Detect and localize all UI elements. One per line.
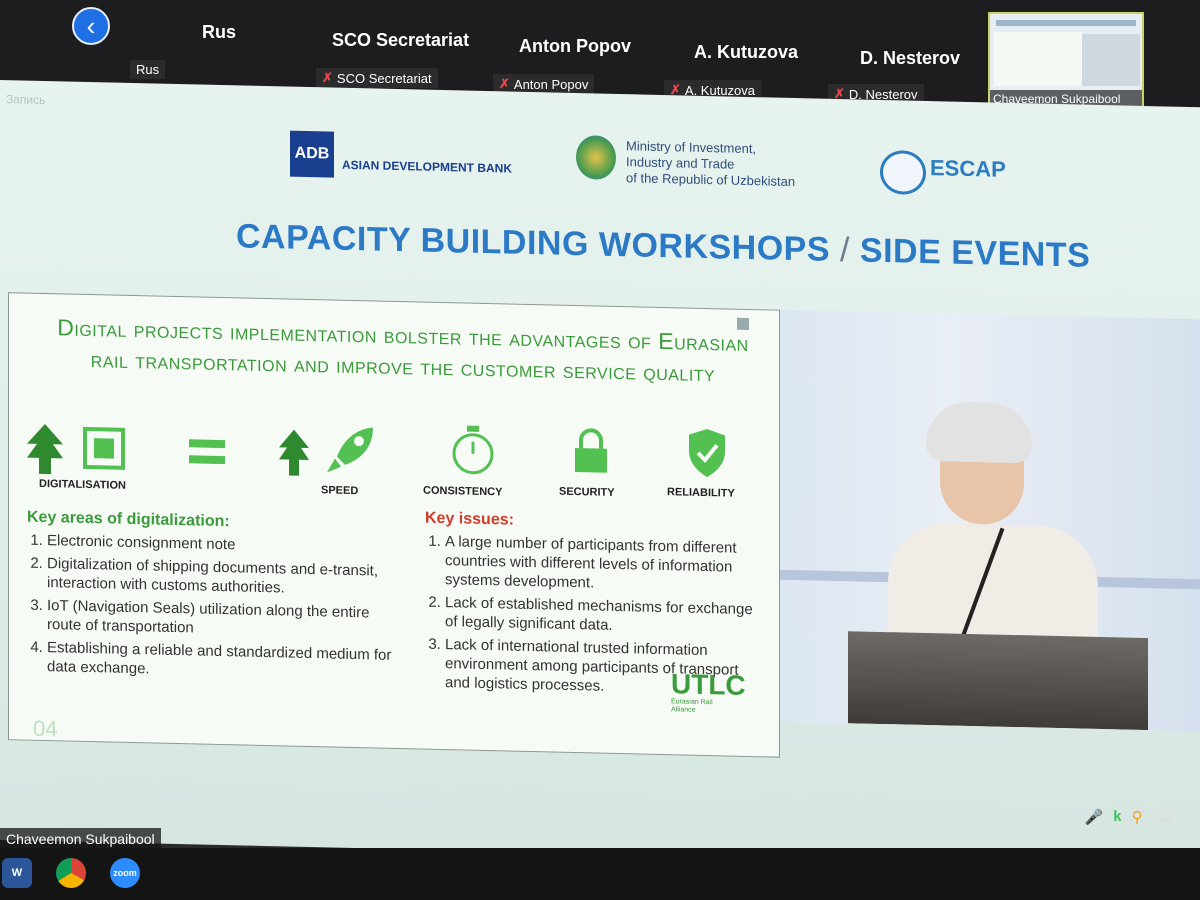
un-emblem-icon <box>880 149 926 196</box>
zoom-icon[interactable]: zoom <box>110 858 140 888</box>
shield-check-icon <box>689 429 725 478</box>
chrome-icon[interactable] <box>56 858 86 888</box>
escap-logo: ESCAP <box>930 155 1006 182</box>
k-app-icon[interactable]: k <box>1113 808 1121 826</box>
participant-tag: Rus <box>130 60 166 79</box>
participant-name: A. Kutuzova <box>694 42 799 62</box>
participant-tag: ✗ SCO Secretariat <box>316 68 438 88</box>
speaker-hair <box>926 401 1032 464</box>
participant-name: Anton Popov <box>519 36 631 56</box>
back-arrow-icon[interactable]: ‹ <box>72 7 110 45</box>
keyboard-icon[interactable]: ⌨ <box>1153 808 1175 826</box>
adb-logo: ADB <box>290 130 334 178</box>
speaker-video[interactable] <box>780 309 1200 732</box>
recording-label: Запись <box>6 92 46 108</box>
key-areas-column: Key areas of digitalization: Electronic … <box>27 508 397 688</box>
active-speaker-thumbnail[interactable]: Chaveemon Sukpaibool <box>988 12 1144 110</box>
tree-icon <box>279 429 309 476</box>
event-banner: CAPACITY BUILDING WORKSHOPS / SIDE EVENT… <box>236 217 1091 275</box>
logo-row: ADB ASIAN DEVELOPMENT BANK Ministry of I… <box>0 120 1200 217</box>
key-area-item: Digitalization of shipping documents and… <box>47 554 397 600</box>
ministry-name: Ministry of Investment, Industry and Tra… <box>626 138 796 190</box>
system-tray: ⌃ 🎤 k ⚲ ⌨ <box>1062 808 1174 826</box>
presenter-name-tag: Chaveemon Sukpaibool <box>0 828 161 850</box>
equals-icon <box>189 439 225 465</box>
utlc-subtitle: Eurasian Rail Alliance <box>671 698 713 714</box>
participant-name: SCO Secretariat <box>332 30 470 50</box>
presentation-slide: Digital projects implementation bolster … <box>8 292 780 758</box>
slide-page-number: 04 <box>33 715 58 742</box>
icon-row: DIGITALISATION SPEED CONSISTENCY SECURIT… <box>25 422 765 519</box>
shared-screen: Запись ADB ASIAN DEVELOPMENT BANK Minist… <box>0 80 1200 868</box>
label-speed: SPEED <box>321 484 359 498</box>
label-digitalisation: DIGITALISATION <box>39 477 126 492</box>
key-area-item: Electronic consignment note <box>47 531 397 558</box>
label-consistency: CONSISTENCY <box>423 484 503 499</box>
taskbar: W zoom <box>0 848 1200 900</box>
label-security: SECURITY <box>559 485 615 499</box>
chevron-up-icon[interactable]: ⌃ <box>1062 808 1075 826</box>
thumbnail-slide <box>994 32 1082 86</box>
chip-icon <box>83 426 125 470</box>
podium <box>848 631 1148 731</box>
stopwatch-icon <box>452 425 494 475</box>
thumbnail-video <box>1082 34 1140 86</box>
key-area-item: Establishing a reliable and standardized… <box>47 638 397 684</box>
muted-mic-icon: ✗ <box>322 70 333 85</box>
lock-icon <box>575 428 607 473</box>
tree-icon <box>27 424 63 475</box>
participant-name: Rus <box>202 22 237 42</box>
search-app-icon[interactable]: ⚲ <box>1132 808 1143 826</box>
adb-name: ASIAN DEVELOPMENT BANK <box>342 157 513 176</box>
muted-mic-icon: ✗ <box>499 76 510 91</box>
word-icon[interactable]: W <box>2 858 32 888</box>
label-reliability: RELIABILITY <box>667 486 735 500</box>
utlc-logo: UTLC <box>671 668 746 701</box>
slide-title: Digital projects implementation bolster … <box>57 314 749 387</box>
microphone-icon[interactable]: 🎤 <box>1085 808 1104 826</box>
key-issue-item: Lack of established mechanisms for excha… <box>445 593 755 638</box>
key-area-item: IoT (Navigation Seals) utilization along… <box>47 596 397 642</box>
thumbnail-title-bar <box>996 20 1136 26</box>
rocket-icon <box>327 427 373 473</box>
participant-name: D. Nesterov <box>860 48 961 68</box>
uzbekistan-emblem-icon <box>576 135 616 180</box>
key-issue-item: A large number of participants from diff… <box>445 532 755 596</box>
